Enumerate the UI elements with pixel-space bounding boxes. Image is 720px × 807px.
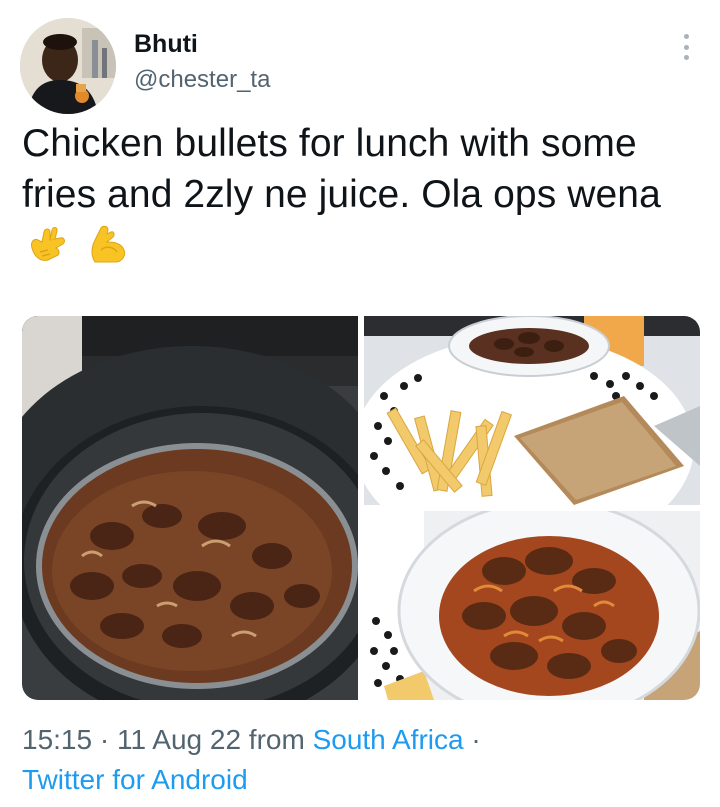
client-link[interactable]: Twitter for Android [22,764,248,795]
call-me-hand-emoji [26,222,70,279]
plate-with-fries-bread-and-bowl-photo[interactable] [364,316,700,505]
pot-of-chicken-gizzards-photo[interactable] [22,316,358,700]
user-handle[interactable]: @chester_ta [134,64,270,96]
tweet-meta: 15:15 · 11 Aug 22 from South Africa · Tw… [22,720,702,800]
meta-separator: · [463,724,481,755]
tweet-header: Bhuti @chester_ta [20,18,700,114]
meta-line-2: Twitter for Android [22,760,702,800]
meta-line-1: 15:15 · 11 Aug 22 from South Africa · [22,720,702,760]
tweet-date[interactable]: 11 Aug 22 [117,724,241,755]
tweet-time[interactable]: 15:15 [22,724,92,755]
media-grid[interactable] [22,316,700,700]
display-name[interactable]: Bhuti [134,28,270,60]
tweet-body: Chicken bullets for lunch with some frie… [22,122,661,216]
author-names: Bhuti @chester_ta [134,28,270,96]
meta-separator: · [92,724,117,755]
avatar[interactable] [20,18,116,114]
more-options-icon[interactable] [678,34,694,60]
location-link[interactable]: South Africa [313,724,464,755]
tweet-text: Chicken bullets for lunch with some frie… [22,118,702,279]
bowl-of-chicken-gizzards-closeup-photo[interactable] [364,511,700,700]
flexed-biceps-emoji [85,222,129,279]
meta-from: from [241,724,313,755]
